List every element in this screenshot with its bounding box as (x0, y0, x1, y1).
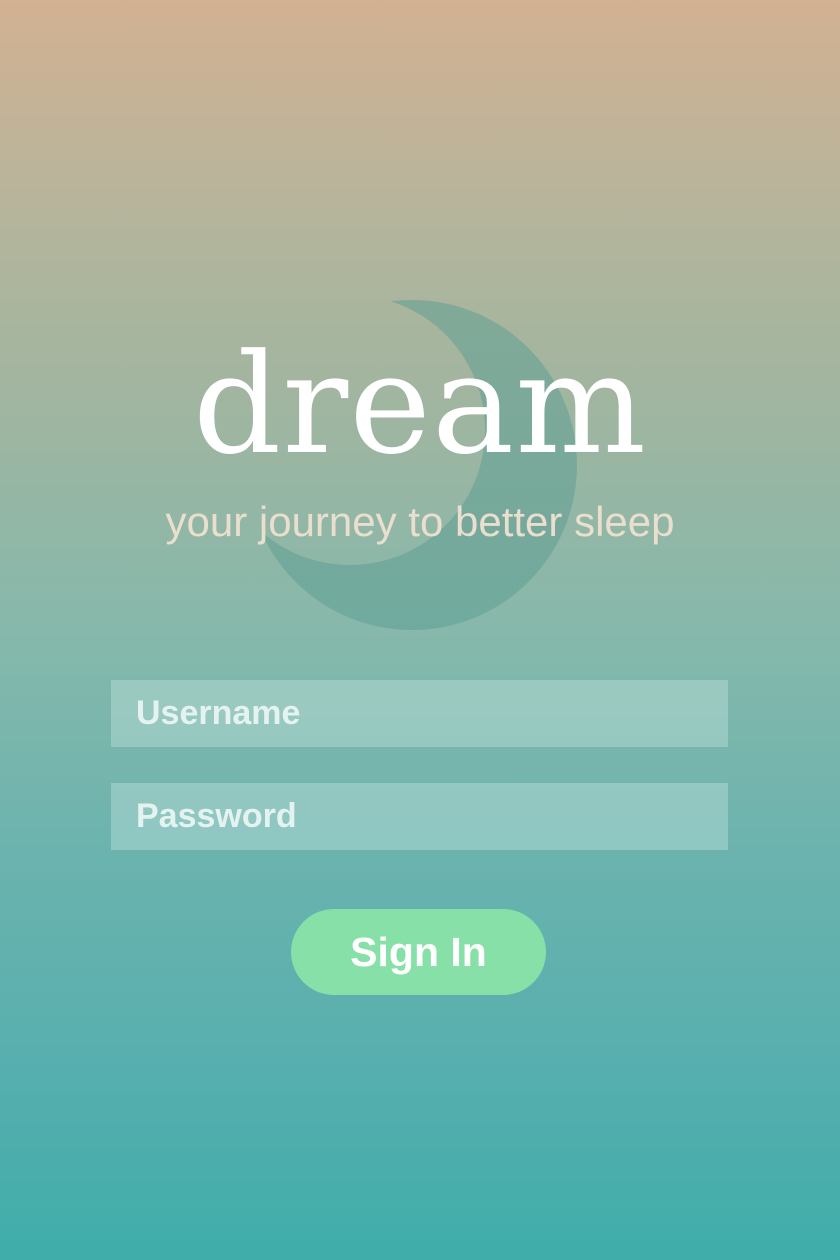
sign-in-button[interactable]: Sign In (291, 909, 546, 995)
username-input[interactable] (111, 680, 728, 747)
login-screen: dream your journey to better sleep Sign … (0, 0, 840, 1260)
password-input[interactable] (111, 783, 728, 850)
app-tagline: your journey to better sleep (165, 498, 675, 545)
app-logo-wordmark: dream (192, 324, 648, 485)
